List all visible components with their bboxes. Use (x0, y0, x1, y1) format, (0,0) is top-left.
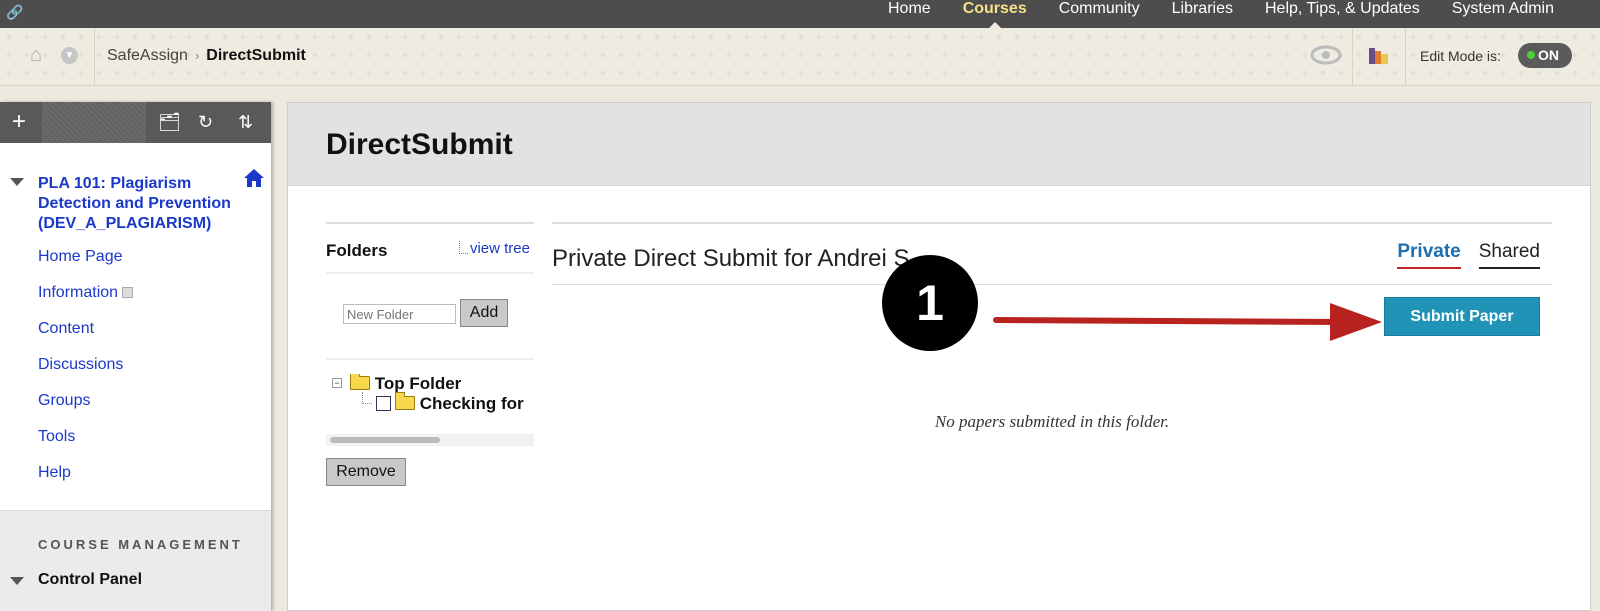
submission-panel: Private Direct Submit for Andrei S Priva… (552, 222, 1552, 431)
divider (326, 358, 534, 360)
folder-view-icon[interactable]: 🗂 (158, 112, 181, 133)
nav-tab-system-admin[interactable]: System Admin (1436, 0, 1570, 28)
sidebar-item-content[interactable]: Content (38, 319, 133, 355)
sidebar-item-discussions[interactable]: Discussions (38, 355, 133, 391)
tree-connector (362, 392, 372, 404)
sidebar-item-help[interactable]: Help (38, 463, 133, 499)
tab-shared[interactable]: Shared (1478, 241, 1540, 269)
home-icon[interactable]: ⌂ (30, 44, 42, 67)
remove-folder-button[interactable]: Remove (326, 458, 406, 486)
control-panel-link[interactable]: Control Panel (38, 571, 142, 589)
sidebar-item-label: Information (38, 284, 119, 301)
link-icon[interactable]: 🔗 (6, 4, 23, 21)
tree-item-subfolder[interactable]: Checking for (376, 392, 524, 414)
tree-item-top-folder[interactable]: Top Folder (350, 374, 461, 394)
folders-panel: Folders view tree Add − Top Folder Check… (326, 222, 534, 486)
edit-mode-value: ON (1538, 47, 1559, 63)
view-tree-link[interactable]: view tree (459, 240, 530, 257)
folder-checkbox[interactable] (376, 396, 391, 411)
page-header: DirectSubmit (288, 103, 1590, 186)
nav-tab-libraries[interactable]: Libraries (1156, 0, 1249, 28)
step-number-badge: 1 (882, 255, 978, 351)
folders-header: Folders view tree (326, 224, 534, 274)
refresh-icon[interactable]: ↻ (198, 112, 213, 133)
student-preview-icon[interactable] (1310, 44, 1342, 66)
sidebar-item-label: Home Page (38, 248, 123, 265)
sidebar-item-tools[interactable]: Tools (38, 427, 133, 463)
empty-state-message: No papers submitted in this folder. (934, 412, 1170, 431)
tree-item-label: Checking for (419, 394, 524, 413)
divider (94, 28, 95, 86)
course-management-header: COURSE MANAGEMENT (38, 537, 243, 552)
tab-private[interactable]: Private (1397, 241, 1461, 269)
sidebar-item-label: Tools (38, 428, 76, 445)
scrollbar-thumb[interactable] (330, 437, 440, 443)
course-menu-list: Home Page Information Content Discussion… (38, 247, 134, 499)
folder-icon (395, 392, 415, 410)
top-navigation: 🔗 Home Courses Community Libraries Help,… (0, 0, 1600, 28)
toolbar-spacer (42, 102, 146, 143)
submit-paper-button[interactable]: Submit Paper (1384, 297, 1540, 336)
sidebar-item-label: Groups (38, 392, 91, 409)
status-indicator-icon (1527, 51, 1535, 59)
course-home-icon[interactable] (243, 168, 265, 188)
divider (552, 222, 1552, 224)
breadcrumb-separator-icon: › (194, 48, 200, 63)
main-content: DirectSubmit Folders view tree Add − Top… (287, 102, 1591, 611)
edit-mode-toggle[interactable]: ON (1518, 43, 1572, 68)
hidden-from-students-icon (122, 287, 134, 299)
folder-icon (350, 374, 370, 390)
collapse-triangle-icon[interactable] (10, 178, 24, 186)
sidebar-item-information[interactable]: Information (38, 283, 134, 319)
sidebar-item-groups[interactable]: Groups (38, 391, 133, 427)
breadcrumb: SafeAssign › DirectSubmit (107, 47, 306, 65)
divider (1352, 28, 1353, 86)
collapse-triangle-icon[interactable] (10, 577, 24, 585)
sidebar-item-home-page[interactable]: Home Page (38, 247, 133, 283)
theme-palette-icon[interactable] (1368, 46, 1390, 66)
reorder-icon[interactable]: ⇅ (238, 112, 253, 133)
sidebar-item-label: Help (38, 464, 71, 481)
chevron-down-icon[interactable]: ▼ (61, 47, 78, 64)
sidebar-item-label: Discussions (38, 356, 124, 373)
page-title: DirectSubmit (326, 128, 513, 161)
add-menu-item-icon[interactable]: + (12, 108, 26, 136)
breadcrumb-safeassign[interactable]: SafeAssign (107, 47, 188, 64)
visibility-tabs: Private Shared (1379, 241, 1540, 269)
new-folder-input[interactable] (343, 304, 456, 324)
divider (552, 284, 1552, 285)
nav-tab-community[interactable]: Community (1043, 0, 1156, 28)
add-folder-button[interactable]: Add (460, 299, 508, 327)
nav-tab-home[interactable]: Home (872, 0, 947, 28)
collapse-tree-icon[interactable]: − (332, 378, 342, 388)
course-title-link[interactable]: PLA 101: Plagiarism Detection and Preven… (38, 174, 248, 234)
breadcrumb-current: DirectSubmit (206, 47, 306, 64)
panel-title: Private Direct Submit for Andrei S (552, 245, 910, 272)
edit-mode-label: Edit Mode is: (1420, 48, 1501, 64)
course-management-section: COURSE MANAGEMENT Control Panel (0, 510, 271, 611)
folder-tree: − Top Folder Checking for (332, 374, 534, 434)
course-menu-sidebar: + 🗂 ↻ ⇅ PLA 101: Plagiarism Detection an… (0, 102, 271, 611)
divider (1405, 28, 1406, 86)
folders-heading: Folders (326, 241, 388, 260)
tree-item-label: Top Folder (374, 374, 462, 393)
annotation-arrow-icon (993, 303, 1382, 341)
tree-scrollbar[interactable] (326, 434, 534, 446)
nav-tab-help[interactable]: Help, Tips, & Updates (1249, 0, 1436, 28)
breadcrumb-bar: ⌂ ▼ SafeAssign › DirectSubmit Edit Mode is… (0, 28, 1600, 86)
sidebar-item-label: Content (38, 320, 95, 337)
nav-tab-courses[interactable]: Courses (947, 0, 1043, 28)
sidebar-toolbar: + 🗂 ↻ ⇅ (0, 102, 271, 143)
